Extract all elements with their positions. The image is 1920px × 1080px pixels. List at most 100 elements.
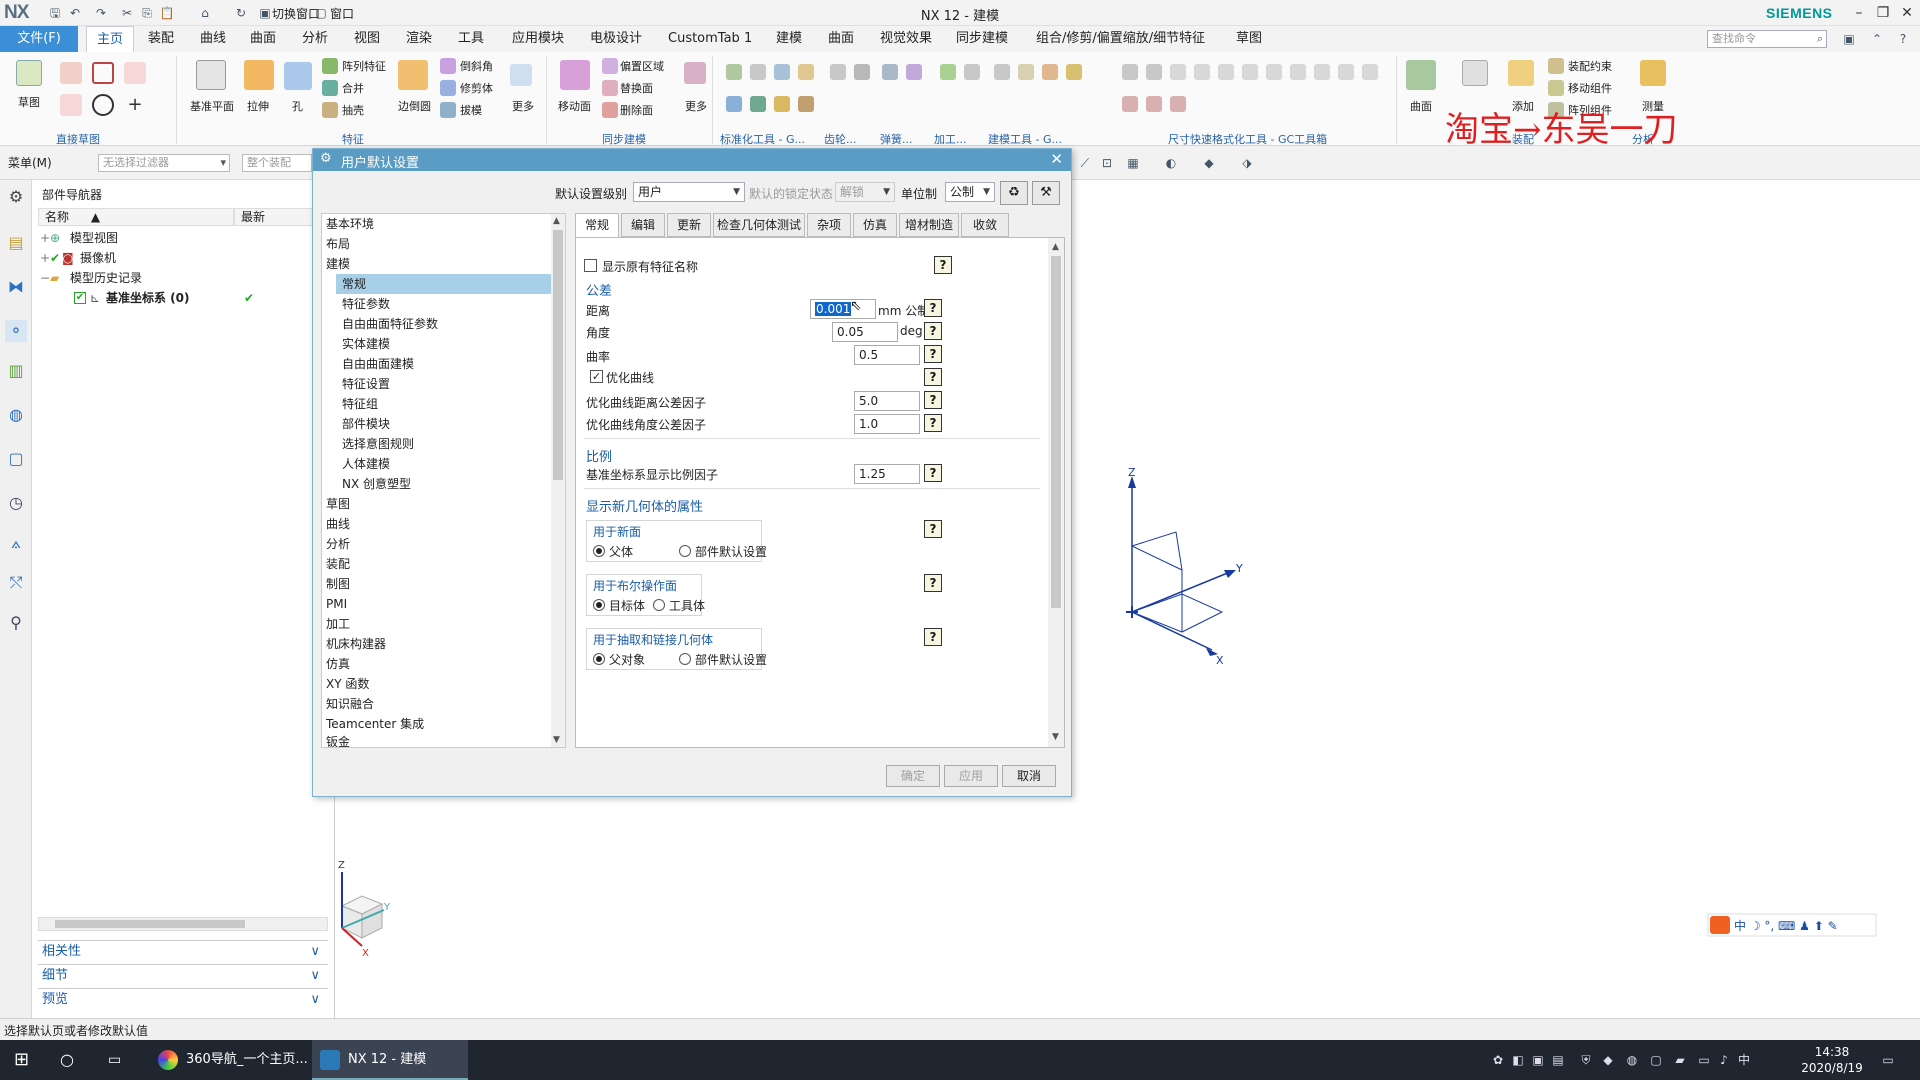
tab-convergent[interactable]: 收敛	[961, 213, 1009, 237]
category-item[interactable]: 自由曲面特征参数	[322, 314, 552, 334]
help-icon[interactable]: ?	[924, 322, 942, 340]
type-filter-combo[interactable]: 无选择过滤器 ▾	[98, 154, 230, 172]
restore-icon[interactable]: ❐	[1872, 2, 1894, 24]
arc-icon[interactable]	[60, 94, 82, 116]
windows-start-icon[interactable]: ⊞	[14, 1040, 29, 1080]
replace-face-label[interactable]: 替换面	[620, 80, 653, 96]
tray-icon[interactable]: ▢	[1648, 1052, 1664, 1068]
task-view-icon[interactable]: ▭	[108, 1040, 121, 1080]
web-browser-icon[interactable]: ▢	[5, 448, 27, 470]
spring-tool-icon[interactable]	[906, 64, 922, 80]
help-icon[interactable]: ?	[924, 299, 942, 317]
part-navigator-icon[interactable]: ⚬	[5, 320, 27, 342]
help-icon[interactable]: ?	[924, 391, 942, 409]
assembly-tool-icon[interactable]	[1462, 60, 1488, 86]
pattern-feature-label[interactable]: 阵列特征	[342, 58, 386, 74]
category-item[interactable]: 装配	[322, 554, 552, 574]
point-icon[interactable]: +	[124, 94, 146, 116]
dimension-tool-icon[interactable]	[1362, 64, 1378, 80]
scroll-down-icon[interactable]: ▼	[1052, 732, 1059, 742]
tray-icon[interactable]: ▣	[1530, 1052, 1546, 1068]
draft-icon[interactable]	[440, 102, 456, 118]
dimension-tool-icon[interactable]	[1146, 96, 1162, 112]
apply-button[interactable]: 应用	[944, 765, 998, 787]
datum-plane-label[interactable]: 基准平面	[190, 98, 234, 114]
extrude-icon[interactable]	[244, 60, 274, 90]
category-item[interactable]: 选择意图规则	[322, 434, 552, 454]
ime-icon[interactable]: 中	[1736, 1052, 1752, 1068]
scroll-thumb[interactable]	[1051, 256, 1061, 608]
tab-sync-modeling[interactable]: 同步建模	[956, 26, 1008, 52]
ime-toolbar[interactable]: 中 ☽ °, ⌨ ♟ ⬆ ✎	[1707, 913, 1877, 937]
category-item[interactable]: 部件模块	[322, 414, 552, 434]
window-icon[interactable]: ▢	[312, 4, 330, 22]
gear-tool-icon[interactable]	[854, 64, 870, 80]
category-item[interactable]: 特征参数	[322, 294, 552, 314]
spring-tool-icon[interactable]	[882, 64, 898, 80]
optimize-curve-checkbox[interactable]: ✓	[590, 370, 603, 383]
machining-tool-icon[interactable]	[964, 64, 980, 80]
modeling-tool-icon[interactable]	[1018, 64, 1034, 80]
dimension-tool-icon[interactable]	[1170, 96, 1186, 112]
hole-icon[interactable]	[284, 62, 312, 90]
opt-distance-factor-input[interactable]: 5.0	[854, 391, 920, 411]
menu-button[interactable]: 菜单(M)	[8, 154, 52, 171]
dimension-tool-icon[interactable]	[1194, 64, 1210, 80]
profile-icon[interactable]	[60, 62, 82, 84]
unite-label[interactable]: 合并	[342, 80, 364, 96]
expand-icon[interactable]: +	[40, 248, 50, 268]
repeat-command-icon[interactable]: ↻	[232, 4, 250, 22]
assembly-constraint-icon[interactable]	[1548, 58, 1564, 74]
tab-electrode[interactable]: 电极设计	[590, 26, 642, 52]
shell-label[interactable]: 抽壳	[342, 102, 364, 118]
copy-icon[interactable]: ⎘	[138, 4, 156, 22]
settings-icon[interactable]: ⚙	[5, 186, 27, 208]
dimension-tool-icon[interactable]	[1170, 64, 1186, 80]
selection-scope-combo[interactable]: 整个装配	[242, 154, 312, 172]
paste-icon[interactable]: 📋	[158, 4, 176, 22]
import-defaults-icon[interactable]: ⚒	[1032, 181, 1060, 205]
help-icon[interactable]: ?	[924, 628, 942, 646]
category-item[interactable]: 草图	[322, 494, 552, 514]
shell-icon[interactable]	[322, 102, 338, 118]
category-item[interactable]: 曲线	[322, 514, 552, 534]
scroll-thumb[interactable]	[553, 230, 563, 480]
help-icon[interactable]: ?	[924, 520, 942, 538]
gear-tool-icon[interactable]	[830, 64, 846, 80]
dialog-header[interactable]: ⚙ 用户默认设置 ✕	[313, 149, 1071, 171]
horizontal-scrollbar[interactable]	[38, 917, 328, 931]
gc-tool-icon[interactable]	[774, 64, 790, 80]
machining-tool-icon[interactable]	[940, 64, 956, 80]
tray-icon[interactable]: ✿	[1490, 1052, 1506, 1068]
accordion-details[interactable]: 细节 ∨	[38, 964, 328, 986]
help-icon[interactable]: ?	[924, 464, 942, 482]
gc-tool-icon[interactable]	[726, 64, 742, 80]
taskbar-app-nx[interactable]: NX 12 - 建模	[312, 1040, 468, 1080]
collapse-ribbon-icon[interactable]: ⌃	[1868, 30, 1886, 48]
tab-check-geometry[interactable]: 检查几何体测试	[713, 213, 805, 237]
category-item[interactable]: 人体建模	[322, 454, 552, 474]
category-item[interactable]: 机床构建器	[322, 634, 552, 654]
help-icon[interactable]: ?	[924, 345, 942, 363]
reuse-library-icon[interactable]: ▥	[5, 360, 27, 382]
ok-button[interactable]: 确定	[886, 765, 940, 787]
delete-face-icon[interactable]	[602, 102, 618, 118]
draft-label[interactable]: 拔模	[460, 102, 482, 118]
tab-update[interactable]: 更新	[667, 213, 711, 237]
save-icon[interactable]: 🖫	[46, 4, 64, 22]
category-item[interactable]: PMI	[322, 594, 552, 614]
trim-body-label[interactable]: 修剪体	[460, 80, 493, 96]
process-studio-icon[interactable]: ⟑	[5, 532, 27, 554]
tree-row[interactable]: ✔ ⊾ 基准坐标系 (0) ✔	[32, 288, 302, 308]
network-icon[interactable]: ▭	[1696, 1052, 1712, 1068]
close-icon[interactable]: ✕	[1896, 2, 1918, 24]
history-icon[interactable]: ◷	[5, 492, 27, 514]
gc-tool-icon[interactable]	[750, 64, 766, 80]
scroll-thumb[interactable]	[55, 920, 245, 928]
angle-tolerance-input[interactable]: 0.05	[832, 322, 898, 342]
category-item[interactable]: XY 函数	[322, 674, 552, 694]
move-component-label[interactable]: 移动组件	[1568, 80, 1612, 96]
category-item[interactable]: 分析	[322, 534, 552, 554]
volume-icon[interactable]: ♪	[1716, 1052, 1732, 1068]
help-icon[interactable]: ?	[924, 574, 942, 592]
